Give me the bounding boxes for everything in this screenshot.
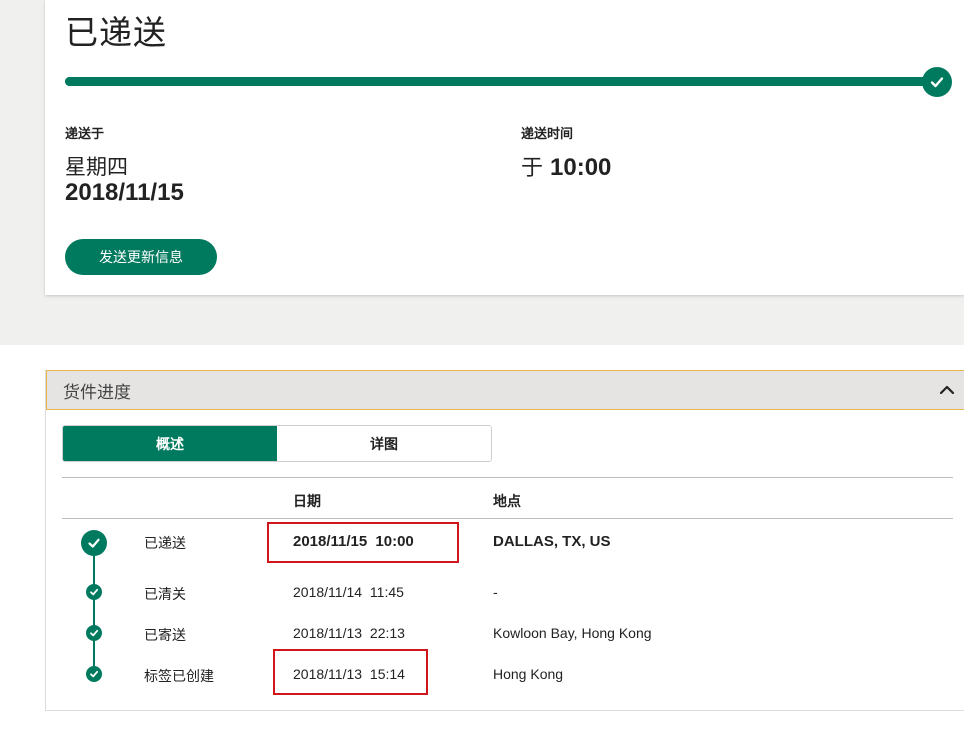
- delivery-time-label: 递送时间: [521, 127, 574, 142]
- table-row-location: DALLAS, TX, US: [493, 533, 611, 550]
- delivery-status-card: 已递送 递送于 星期四 2018/11/15 递送时间 于 10:00 发送更新…: [45, 0, 964, 295]
- check-circle-icon: [922, 67, 952, 97]
- table-row-datetime: 2018/11/13 22:13: [293, 625, 405, 641]
- table-row-status: 已清关: [144, 587, 186, 603]
- table-row-datetime: 2018/11/15 10:00: [293, 533, 414, 550]
- panel-header[interactable]: 货件进度: [46, 370, 964, 410]
- progress-bar-fill: [65, 77, 935, 86]
- delivery-time-prefix: 于: [521, 156, 544, 181]
- send-updates-button[interactable]: 发送更新信息: [65, 239, 217, 275]
- table-row-datetime: 2018/11/14 11:45: [293, 584, 404, 600]
- table-row-status: 已递送: [144, 536, 186, 552]
- panel-title: 货件进度: [63, 382, 131, 403]
- shipment-progress-panel: 货件进度 概述 详图 日期 地点 已递送 2018/11/15 10:00 DA…: [45, 370, 964, 711]
- column-header-location: 地点: [493, 494, 521, 510]
- delivered-date: 2018/11/15: [65, 179, 184, 206]
- tab-overview[interactable]: 概述: [63, 426, 277, 461]
- view-tabs: 概述 详图: [62, 425, 492, 462]
- divider: [62, 518, 953, 519]
- check-circle-icon: [86, 625, 102, 641]
- chevron-up-icon[interactable]: [938, 381, 956, 399]
- table-row-location: Hong Kong: [493, 666, 564, 682]
- check-circle-icon: [81, 530, 107, 556]
- table-row-location: Kowloon Bay, Hong Kong: [493, 625, 652, 641]
- delivery-time-value: 10:00: [550, 154, 612, 181]
- check-circle-icon: [86, 666, 102, 682]
- delivered-weekday: 星期四: [65, 155, 128, 179]
- progress-bar: [65, 77, 935, 86]
- tab-detail[interactable]: 详图: [277, 426, 491, 461]
- column-header-date: 日期: [293, 494, 321, 510]
- table-row-datetime: 2018/11/13 15:14: [293, 666, 405, 682]
- delivery-time: 于 10:00: [521, 150, 611, 182]
- delivered-on-label: 递送于: [65, 127, 105, 142]
- table-row-status: 已寄送: [144, 628, 186, 644]
- divider: [62, 477, 953, 478]
- status-title: 已递送: [65, 13, 167, 52]
- table-row-status: 标签已创建: [144, 669, 214, 685]
- table-row-location: -: [493, 584, 498, 600]
- check-circle-icon: [86, 584, 102, 600]
- timeline-line: [93, 546, 95, 674]
